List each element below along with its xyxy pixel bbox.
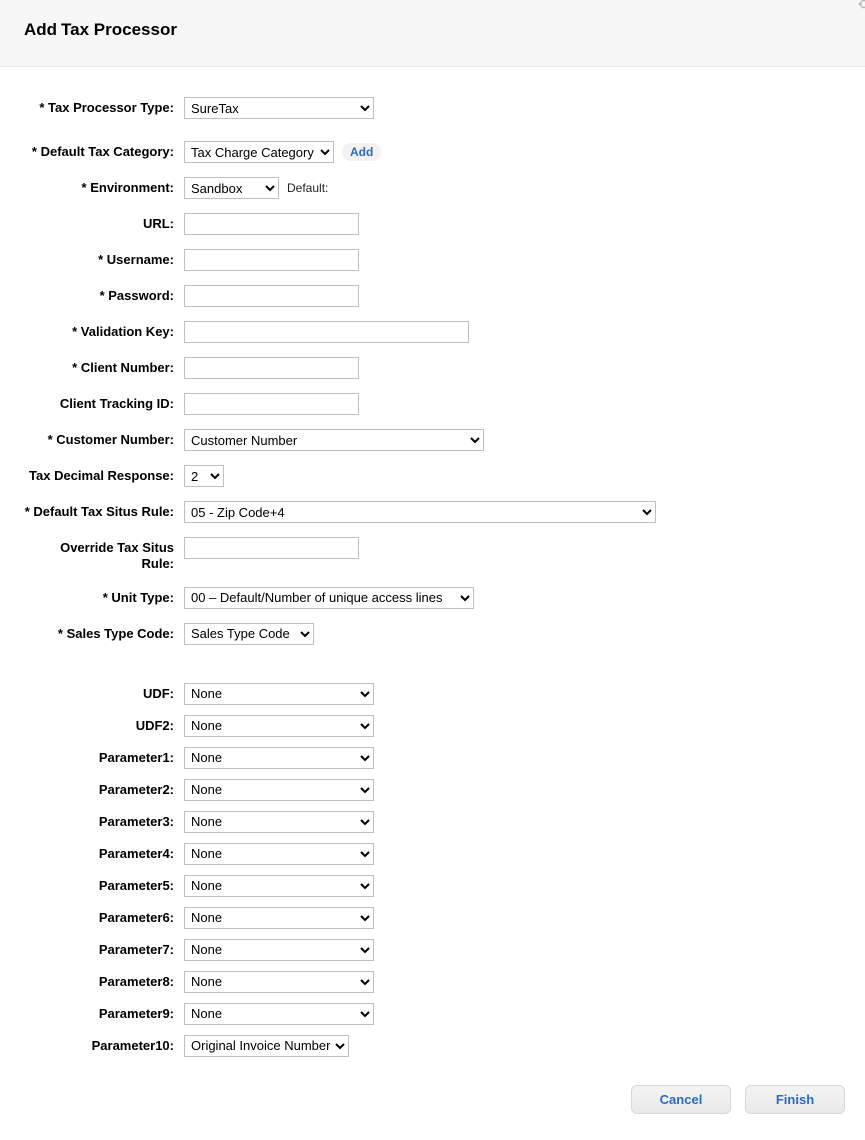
username-input[interactable]: [184, 249, 359, 271]
label-parameter1: Parameter1:: [24, 747, 184, 766]
label-password: * Password:: [24, 285, 184, 304]
client-tracking-id-input[interactable]: [184, 393, 359, 415]
label-parameter8: Parameter8:: [24, 971, 184, 990]
parameter3-select[interactable]: None: [184, 811, 374, 833]
label-environment: * Environment:: [24, 177, 184, 196]
parameter6-select[interactable]: None: [184, 907, 374, 929]
label-unit-type: * Unit Type:: [24, 587, 184, 606]
label-validation-key: * Validation Key:: [24, 321, 184, 340]
finish-button[interactable]: Finish: [745, 1085, 845, 1114]
label-parameter10: Parameter10:: [24, 1035, 184, 1054]
validation-key-input[interactable]: [184, 321, 469, 343]
title-bold: Add: [24, 20, 57, 40]
default-tax-category-select[interactable]: Tax Charge Category: [184, 141, 334, 163]
tax-decimal-response-select[interactable]: 2: [184, 465, 224, 487]
parameter10-select[interactable]: Original Invoice Number: [184, 1035, 349, 1057]
label-parameter5: Parameter5:: [24, 875, 184, 894]
parameter9-select[interactable]: None: [184, 1003, 374, 1025]
sales-type-code-select[interactable]: Sales Type Code: [184, 623, 314, 645]
parameter1-select[interactable]: None: [184, 747, 374, 769]
parameter8-select[interactable]: None: [184, 971, 374, 993]
label-tax-decimal-response: Tax Decimal Response:: [24, 465, 184, 484]
title-rest: Tax Processor: [61, 20, 177, 40]
label-parameter6: Parameter6:: [24, 907, 184, 926]
url-input[interactable]: [184, 213, 359, 235]
page-title: Add Tax Processor: [24, 20, 841, 40]
password-input[interactable]: [184, 285, 359, 307]
label-default-tax-category: * Default Tax Category:: [24, 141, 184, 160]
environment-default-hint: Default:: [287, 181, 328, 195]
dialog-header: Add Tax Processor: [0, 0, 865, 67]
label-override-tax-situs-rule: Override Tax Situs Rule:: [24, 537, 184, 573]
label-parameter4: Parameter4:: [24, 843, 184, 862]
dialog-footer: Cancel Finish: [0, 1077, 865, 1134]
label-parameter9: Parameter9:: [24, 1003, 184, 1022]
parameter2-select[interactable]: None: [184, 779, 374, 801]
label-client-number: * Client Number:: [24, 357, 184, 376]
client-number-input[interactable]: [184, 357, 359, 379]
label-tax-processor-type: * Tax Processor Type:: [24, 97, 184, 116]
form-body: * Tax Processor Type: SureTax * Default …: [0, 67, 865, 1077]
parameter5-select[interactable]: None: [184, 875, 374, 897]
label-udf2: UDF2:: [24, 715, 184, 734]
override-tax-situs-rule-input[interactable]: [184, 537, 359, 559]
udf-select[interactable]: None: [184, 683, 374, 705]
environment-select[interactable]: Sandbox: [184, 177, 279, 199]
parameter4-select[interactable]: None: [184, 843, 374, 865]
label-parameter3: Parameter3:: [24, 811, 184, 830]
default-tax-situs-rule-select[interactable]: 05 - Zip Code+4: [184, 501, 656, 523]
label-parameter7: Parameter7:: [24, 939, 184, 958]
cancel-button[interactable]: Cancel: [631, 1085, 731, 1114]
label-parameter2: Parameter2:: [24, 779, 184, 798]
label-client-tracking-id: Client Tracking ID:: [24, 393, 184, 412]
label-customer-number: * Customer Number:: [24, 429, 184, 448]
label-url: URL:: [24, 213, 184, 232]
close-icon: [855, 0, 865, 14]
label-default-tax-situs-rule: * Default Tax Situs Rule:: [24, 501, 184, 520]
add-category-button[interactable]: Add: [342, 143, 381, 161]
tax-processor-type-select[interactable]: SureTax: [184, 97, 374, 119]
customer-number-select[interactable]: Customer Number: [184, 429, 484, 451]
parameter7-select[interactable]: None: [184, 939, 374, 961]
label-udf: UDF:: [24, 683, 184, 702]
udf2-select[interactable]: None: [184, 715, 374, 737]
label-sales-type-code: * Sales Type Code:: [24, 623, 184, 642]
label-username: * Username:: [24, 249, 184, 268]
unit-type-select[interactable]: 00 – Default/Number of unique access lin…: [184, 587, 474, 609]
